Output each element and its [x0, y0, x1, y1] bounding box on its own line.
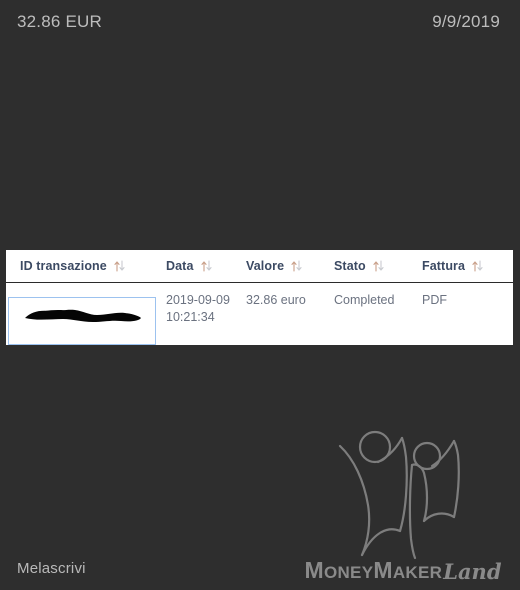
- watermark-wordmark: M ONEY M AKER Land: [304, 557, 502, 584]
- transaction-id-field[interactable]: [8, 297, 156, 345]
- watermark: M ONEY M AKER Land: [303, 423, 503, 582]
- column-label: Stato: [334, 259, 366, 273]
- redaction-scribble-icon: [25, 309, 141, 322]
- table-header: ID transazione Data Valore Stato Fattura: [6, 250, 513, 283]
- cell-id-transazione: [6, 282, 166, 345]
- sort-updown-icon[interactable]: [373, 260, 384, 272]
- column-label: Fattura: [422, 259, 466, 273]
- column-header-stato[interactable]: Stato: [334, 250, 422, 283]
- two-people-celebrating-icon: [338, 430, 460, 560]
- column-header-fattura[interactable]: Fattura: [422, 250, 513, 283]
- sort-updown-icon[interactable]: [200, 260, 212, 272]
- column-header-id-transazione[interactable]: ID transazione: [6, 250, 166, 283]
- summary-date: 9/9/2019: [432, 12, 500, 31]
- watermark-money-cap: M: [304, 557, 324, 583]
- watermark-land: Land: [443, 559, 502, 584]
- sort-updown-icon[interactable]: [291, 260, 302, 272]
- cell-stato: Completed: [334, 282, 422, 345]
- column-header-valore[interactable]: Valore: [246, 250, 334, 283]
- table-row[interactable]: 2019-09-09 10:21:34 32.86 euro Completed…: [6, 282, 513, 345]
- watermark-maker-rest: AKER: [392, 563, 443, 582]
- table-body: 2019-09-09 10:21:34 32.86 euro Completed…: [6, 282, 513, 345]
- column-label: Data: [166, 259, 194, 273]
- watermark-money-rest: ONEY: [323, 563, 374, 582]
- watermark-maker-cap: M: [373, 557, 393, 583]
- column-header-data[interactable]: Data: [166, 250, 246, 283]
- column-label: ID transazione: [20, 259, 107, 273]
- summary-amount: 32.86 EUR: [17, 12, 102, 31]
- transactions-panel: ID transazione Data Valore Stato Fattura…: [6, 250, 513, 345]
- sort-updown-icon[interactable]: [472, 260, 483, 272]
- sort-updown-icon[interactable]: [114, 260, 125, 272]
- site-label: Melascrivi: [17, 560, 86, 577]
- column-label: Valore: [246, 259, 285, 273]
- summary-bar: 32.86 EUR 9/9/2019: [0, 0, 520, 44]
- transactions-table: ID transazione Data Valore Stato Fattura…: [6, 250, 513, 345]
- table-header-row: ID transazione Data Valore Stato Fattura: [6, 250, 513, 283]
- cell-valore: 32.86 euro: [246, 282, 334, 345]
- cell-data: 2019-09-09 10:21:34: [166, 282, 246, 345]
- cell-fattura-pdf-link[interactable]: PDF: [422, 282, 513, 345]
